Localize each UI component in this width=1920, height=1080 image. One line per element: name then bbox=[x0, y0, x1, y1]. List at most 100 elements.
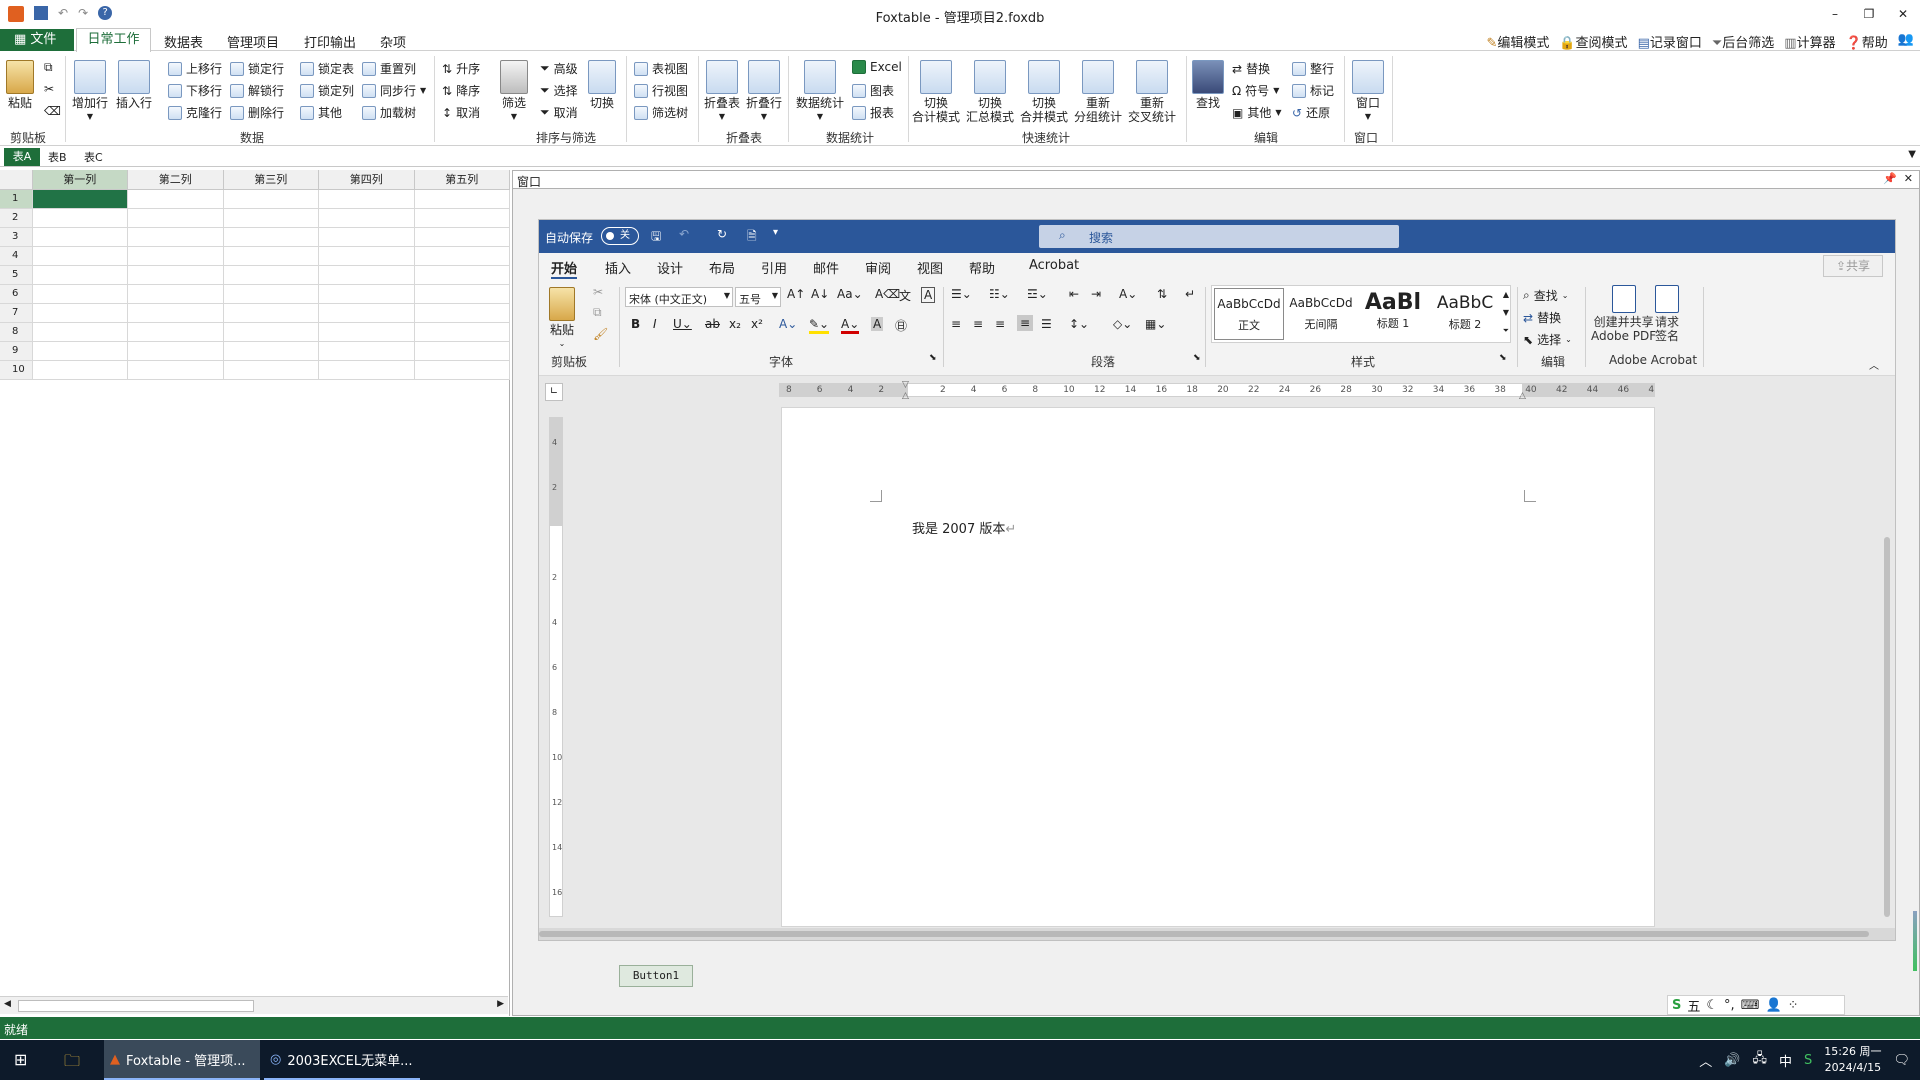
grid-cell[interactable] bbox=[127, 227, 224, 247]
create-pdf-button[interactable]: 创建并共享 Adobe PDF bbox=[1591, 285, 1656, 343]
grid-cell[interactable] bbox=[223, 341, 319, 361]
grid-cell[interactable] bbox=[32, 227, 128, 247]
row-header[interactable]: 9 bbox=[0, 341, 33, 361]
styles-more-icon[interactable]: ⏷ bbox=[1503, 326, 1509, 336]
ime-punctuation-icon[interactable]: °, bbox=[1724, 998, 1735, 1013]
row-header[interactable]: 8 bbox=[0, 322, 33, 342]
word-search-box[interactable]: ⌕ 搜索 bbox=[1039, 225, 1399, 248]
advanced-filter-button[interactable]: ⏷ 高级 bbox=[540, 60, 578, 77]
grid-cell[interactable] bbox=[32, 360, 128, 380]
word-save-icon[interactable]: 🖫 bbox=[651, 227, 661, 248]
fold-table-button[interactable]: 折叠表 ▼ bbox=[704, 60, 740, 124]
word-tab-insert[interactable]: 插入 bbox=[605, 258, 631, 277]
sheet-tab-c[interactable]: 表C bbox=[84, 149, 103, 165]
superscript-icon[interactable]: x² bbox=[751, 317, 763, 331]
subscript-icon[interactable]: x₂ bbox=[729, 317, 741, 331]
first-line-indent-icon[interactable]: ▽ bbox=[902, 380, 909, 390]
word-tab-design[interactable]: 设计 bbox=[657, 258, 683, 277]
shading-icon[interactable]: ◇⌄ bbox=[1113, 317, 1132, 331]
sheet-tab-a[interactable]: 表A bbox=[4, 148, 40, 166]
grow-font-icon[interactable]: A↑ bbox=[787, 287, 805, 301]
word-format-painter-icon[interactable]: 🖌 bbox=[593, 327, 608, 341]
copy-icon[interactable]: ⧉ bbox=[44, 60, 53, 75]
column-header[interactable]: 第四列 bbox=[318, 170, 415, 190]
volume-icon[interactable]: 🔊 bbox=[1724, 1053, 1740, 1068]
word-tab-help[interactable]: 帮助 bbox=[969, 258, 995, 277]
grid-cell[interactable] bbox=[223, 322, 319, 342]
word-tab-mailings[interactable]: 邮件 bbox=[813, 258, 839, 277]
clone-row-button[interactable]: 克隆行 bbox=[168, 104, 222, 121]
grid-cell[interactable] bbox=[414, 189, 510, 209]
styles-dialog-launcher-icon[interactable]: ⬊ bbox=[1499, 353, 1507, 363]
styles-scroll-down-icon[interactable]: ▼ bbox=[1503, 308, 1509, 317]
word-qat-dropdown-icon[interactable]: ▾ bbox=[773, 227, 778, 238]
grid-cell[interactable] bbox=[318, 284, 415, 304]
cut-icon[interactable]: ✂ bbox=[44, 82, 54, 96]
share-button[interactable]: ⇪共享 bbox=[1823, 255, 1883, 277]
grid-cell[interactable] bbox=[32, 322, 128, 342]
grid-cell[interactable] bbox=[223, 303, 319, 323]
align-left-icon[interactable]: ≡ bbox=[951, 317, 961, 331]
bold-icon[interactable]: B bbox=[631, 317, 640, 331]
edit-other-button[interactable]: ▣ 其他 ▼ bbox=[1232, 104, 1282, 121]
grid-cell[interactable] bbox=[414, 246, 510, 266]
sheet-tab-b[interactable]: 表B bbox=[48, 149, 67, 165]
add-row-button[interactable]: 增加行 ▼ bbox=[72, 60, 108, 124]
italic-icon[interactable]: I bbox=[653, 317, 657, 331]
panel-close-icon[interactable]: ✕ bbox=[1904, 172, 1913, 185]
toggle-summary-mode-button[interactable]: 切换 汇总模式 bbox=[966, 60, 1014, 124]
excel-button[interactable]: Excel bbox=[852, 60, 902, 74]
decrease-indent-icon[interactable]: ⇤ bbox=[1069, 287, 1079, 301]
grid-cell[interactable] bbox=[414, 265, 510, 285]
fold-row-button[interactable]: 折叠行 ▼ bbox=[746, 60, 782, 124]
tray-chevron-icon[interactable]: ︿ bbox=[1699, 1051, 1712, 1070]
row-header[interactable]: 7 bbox=[0, 303, 33, 323]
grid-cell[interactable] bbox=[318, 303, 415, 323]
fold-table-dropdown-icon[interactable]: ▼ bbox=[719, 110, 725, 124]
grid-cell[interactable] bbox=[127, 284, 224, 304]
bullets-icon[interactable]: ☰⌄ bbox=[951, 287, 972, 301]
font-dialog-launcher-icon[interactable]: ⬊ bbox=[929, 353, 937, 363]
phonetic-guide-icon[interactable]: 文 bbox=[899, 287, 911, 304]
align-center-icon[interactable]: ≡ bbox=[973, 317, 983, 331]
font-size-select[interactable]: 五号 ▼ bbox=[735, 287, 781, 307]
load-tree-button[interactable]: 加载树 bbox=[362, 104, 416, 121]
tab-misc[interactable]: 杂项 bbox=[380, 32, 406, 51]
word-vscroll-thumb[interactable] bbox=[1884, 537, 1890, 917]
grid-cell[interactable] bbox=[414, 208, 510, 228]
char-border-icon[interactable]: A bbox=[921, 287, 936, 303]
ime-keyboard-icon[interactable]: ⌨ bbox=[1741, 998, 1760, 1013]
row-header[interactable]: 2 bbox=[0, 208, 33, 228]
shrink-font-icon[interactable]: A↓ bbox=[811, 287, 829, 301]
edit-mode-button[interactable]: ✎编辑模式 bbox=[1486, 32, 1549, 51]
grid-corner[interactable] bbox=[0, 170, 33, 190]
grid-cell[interactable] bbox=[414, 284, 510, 304]
ime-user-icon[interactable]: 👤 bbox=[1765, 998, 1781, 1013]
word-print-icon[interactable]: 🗎 bbox=[747, 227, 757, 248]
vertical-ruler[interactable]: 4 2 2 4 6 8 10 12 14 16 bbox=[549, 417, 563, 917]
select-filter-button[interactable]: ⏷ 选择 bbox=[540, 82, 578, 99]
text-effects-icon[interactable]: A⌄ bbox=[779, 317, 797, 331]
tab-print[interactable]: 打印输出 bbox=[304, 32, 356, 51]
font-color-icon[interactable]: A⌄ bbox=[841, 317, 860, 334]
word-tab-view[interactable]: 视图 bbox=[917, 258, 943, 277]
word-tab-references[interactable]: 引用 bbox=[761, 258, 787, 277]
grid-cell[interactable] bbox=[414, 227, 510, 247]
tidy-row-button[interactable]: 整行 bbox=[1292, 60, 1334, 77]
delete-row-button[interactable]: 删除行 bbox=[230, 104, 284, 121]
toggle-merge-mode-button[interactable]: 切换 合并模式 bbox=[1020, 60, 1068, 124]
close-button[interactable]: ✕ bbox=[1886, 0, 1920, 28]
grid-cell[interactable] bbox=[223, 360, 319, 380]
grid-cell[interactable] bbox=[32, 341, 128, 361]
strikethrough-icon[interactable]: ab bbox=[705, 317, 720, 331]
change-case-icon[interactable]: Aa⌄ bbox=[837, 287, 863, 301]
clear-format-icon[interactable]: A⌫ bbox=[875, 287, 900, 301]
table-view-button[interactable]: 表视图 bbox=[634, 60, 688, 77]
notification-icon[interactable]: 🗨 bbox=[1893, 1053, 1910, 1068]
grid-cell[interactable] bbox=[32, 246, 128, 266]
word-paste-button[interactable]: 粘贴 ⌄ bbox=[549, 287, 575, 351]
add-row-dropdown-icon[interactable]: ▼ bbox=[87, 110, 93, 124]
scroll-right-icon[interactable]: ▶ bbox=[497, 999, 504, 1009]
grid-cell[interactable] bbox=[223, 208, 319, 228]
format-painter-icon[interactable]: ⌫ bbox=[44, 104, 61, 118]
